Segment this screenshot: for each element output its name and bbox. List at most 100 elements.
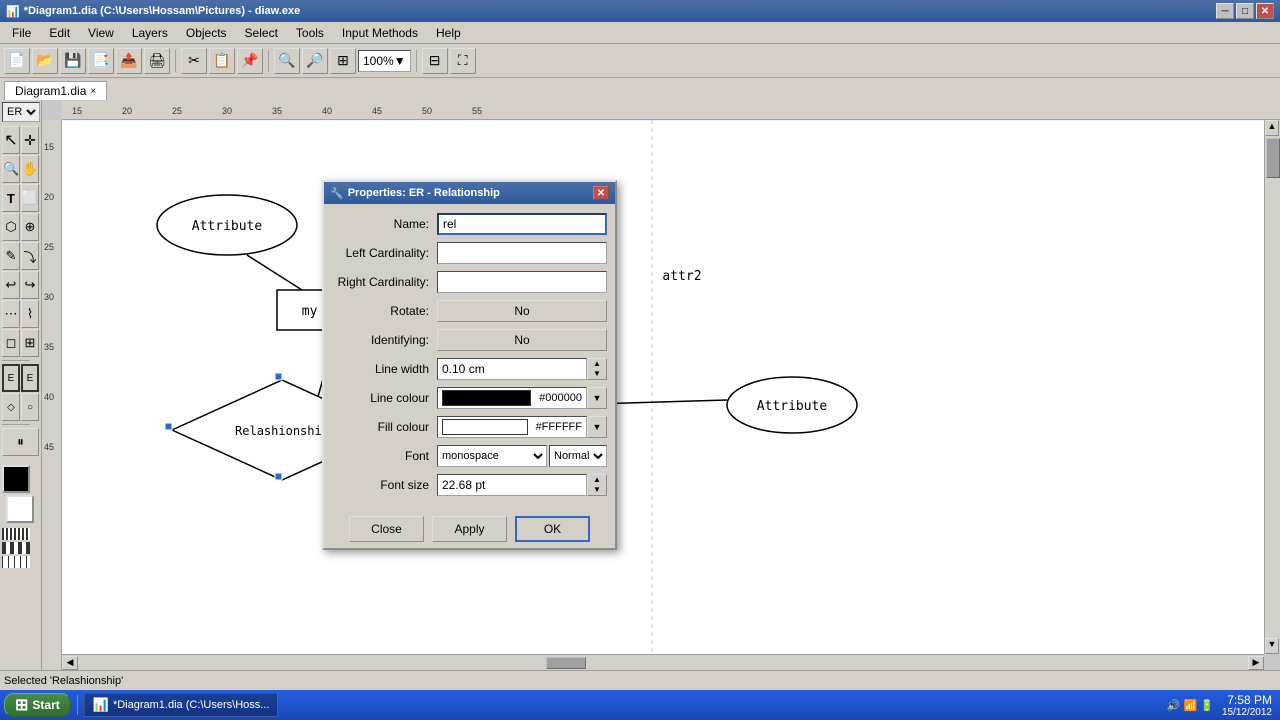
fill-colour-field[interactable]: #FFFFFF ▼	[437, 416, 607, 438]
font-size-input[interactable]	[437, 474, 587, 496]
font-family-select[interactable]: monospace	[437, 445, 547, 467]
zoom-out-button[interactable]: 🔍	[274, 48, 300, 74]
line-colour-dropdown[interactable]: ▼	[587, 387, 607, 409]
close-button[interactable]: Close	[349, 516, 424, 542]
er-relation-btn[interactable]: ◇	[2, 393, 20, 421]
line-pattern-2[interactable]	[2, 542, 30, 554]
zoom-tool-btn[interactable]: 🔍	[2, 155, 20, 183]
rotate-field[interactable]: No	[437, 300, 607, 322]
grid-btn[interactable]: ⊞	[21, 329, 39, 357]
v-scrollbar[interactable]: ▲ ▼	[1264, 120, 1280, 654]
er-entity-btn[interactable]: E	[2, 364, 20, 392]
taskbar-dia-btn[interactable]: 📊 *Diagram1.dia (C:\Users\Hoss...	[84, 693, 279, 717]
right-cardinality-input[interactable]	[437, 271, 607, 293]
font-size-field[interactable]: ▲ ▼	[437, 474, 607, 496]
diagram-tab[interactable]: Diagram1.dia ×	[4, 81, 107, 100]
fill-colour-dropdown[interactable]: ▼	[587, 416, 607, 438]
font-style-select[interactable]: Normal	[549, 445, 607, 467]
line-width-up[interactable]: ▲	[588, 359, 606, 369]
line-colour-field[interactable]: #000000 ▼	[437, 387, 607, 409]
menu-help[interactable]: Help	[428, 24, 469, 42]
v-scroll-up[interactable]: ▲	[1265, 120, 1279, 136]
cut-button[interactable]: ✂	[181, 48, 207, 74]
identifying-field[interactable]: No	[437, 329, 607, 351]
er-weak-entity-btn[interactable]: E	[21, 364, 39, 392]
name-field[interactable]	[437, 213, 607, 235]
zigzag-btn[interactable]: ⌇	[21, 300, 39, 328]
line-width-down[interactable]: ▼	[588, 369, 606, 379]
bg-color-swatch[interactable]	[6, 495, 34, 523]
apply-button[interactable]: Apply	[432, 516, 507, 542]
menu-tools[interactable]: Tools	[288, 24, 332, 42]
er-dropdown[interactable]: ER	[2, 102, 40, 122]
rotate-toggle[interactable]: No	[437, 300, 607, 322]
h-scroll-left[interactable]: ◀	[62, 656, 78, 670]
menu-select[interactable]: Select	[237, 24, 286, 42]
paste-button[interactable]: 📌	[237, 48, 263, 74]
name-input[interactable]	[437, 213, 607, 235]
v-scroll-thumb[interactable]	[1266, 138, 1280, 178]
menu-objects[interactable]: Objects	[178, 24, 235, 42]
zoom-dropdown-arrow[interactable]: ▼	[394, 54, 406, 68]
draw-btn[interactable]: ✎	[2, 242, 20, 270]
export-button[interactable]: 📤	[116, 48, 142, 74]
left-cardinality-field[interactable]	[437, 242, 607, 264]
new-button[interactable]: 📄	[4, 48, 30, 74]
ok-button[interactable]: OK	[515, 516, 590, 542]
font-field[interactable]: monospace Normal	[437, 445, 607, 467]
menu-view[interactable]: View	[80, 24, 122, 42]
image-btn[interactable]: ◻	[2, 329, 20, 357]
dialog-close-button[interactable]: ✕	[593, 186, 609, 200]
hand-tool-btn[interactable]: ✋	[21, 155, 39, 183]
save-button[interactable]: 💾	[60, 48, 86, 74]
close-window-button[interactable]: ✕	[1256, 3, 1274, 19]
menu-input-methods[interactable]: Input Methods	[334, 24, 426, 42]
crosshair-tool-btn[interactable]: ✛	[21, 126, 39, 154]
line-btn[interactable]: ⋯	[2, 300, 20, 328]
zoom-reset-button[interactable]: ⊞	[330, 48, 356, 74]
fit-button[interactable]: ⊟	[422, 48, 448, 74]
line-width-field[interactable]: ▲ ▼	[437, 358, 607, 380]
line-colour-btn[interactable]: #000000	[437, 387, 587, 409]
left-cardinality-input[interactable]	[437, 242, 607, 264]
h-scroll-right[interactable]: ▶	[1248, 656, 1264, 670]
zoom-in-button[interactable]: 🔎	[302, 48, 328, 74]
fill-colour-btn[interactable]: #FFFFFF	[437, 416, 587, 438]
properties-dialog[interactable]: 🔧 Properties: ER - Relationship ✕ Name:	[322, 180, 617, 550]
v-scroll-down[interactable]: ▼	[1265, 638, 1279, 654]
lasso-btn[interactable]: ⬡	[2, 213, 20, 241]
copy-button[interactable]: 📋	[209, 48, 235, 74]
menu-layers[interactable]: Layers	[124, 24, 176, 42]
open-button[interactable]: 📂	[32, 48, 58, 74]
h-scroll-thumb[interactable]	[546, 657, 586, 669]
right-cardinality-field[interactable]	[437, 271, 607, 293]
save-as-button[interactable]: 📑	[88, 48, 114, 74]
select-tool-btn[interactable]: ↖	[2, 126, 20, 154]
menu-edit[interactable]: Edit	[41, 24, 78, 42]
magic-btn[interactable]: ⊕	[21, 213, 39, 241]
line-pattern-3[interactable]	[2, 556, 30, 568]
menu-file[interactable]: File	[4, 24, 39, 42]
identifying-toggle[interactable]: No	[437, 329, 607, 351]
fg-color-swatch[interactable]	[2, 465, 30, 493]
er-attr-btn[interactable]: ○	[21, 393, 39, 421]
line-pattern-1[interactable]	[2, 528, 30, 540]
font-size-down[interactable]: ▼	[588, 485, 606, 495]
minimize-button[interactable]: ─	[1216, 3, 1234, 19]
text-tool-btn[interactable]: T	[2, 184, 20, 212]
curve-btn[interactable]: ⤵	[21, 242, 39, 270]
rect-select-btn[interactable]: ⬜	[21, 184, 39, 212]
pause-btn[interactable]: ⏸	[2, 428, 39, 456]
redo-btn[interactable]: ↪	[21, 271, 39, 299]
line-width-spinner[interactable]: ▲ ▼	[587, 358, 607, 380]
canvas[interactable]: Attribute attr2 my Entity Relashionship	[62, 120, 1264, 654]
fullscreen-button[interactable]: ⛶	[450, 48, 476, 74]
start-button[interactable]: ⊞ Start	[4, 693, 71, 717]
font-size-up[interactable]: ▲	[588, 475, 606, 485]
maximize-button[interactable]: □	[1236, 3, 1254, 19]
undo-btn[interactable]: ↩	[2, 271, 20, 299]
font-size-spinner[interactable]: ▲ ▼	[587, 474, 607, 496]
h-scrollbar[interactable]: ◀ ▶	[62, 654, 1264, 670]
print-button[interactable]: 🖨	[144, 48, 170, 74]
tab-close-icon[interactable]: ×	[90, 86, 96, 97]
